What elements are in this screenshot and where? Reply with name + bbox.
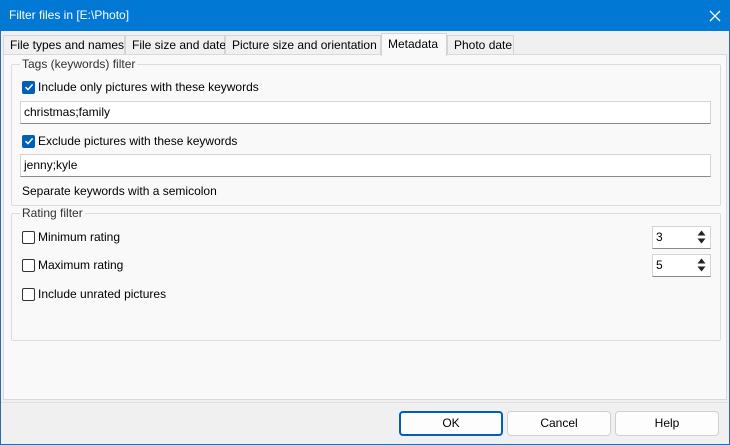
include-keywords-checkbox[interactable]: Include only pictures with these keyword… <box>22 80 259 94</box>
help-button[interactable]: Help <box>615 411 719 436</box>
minimum-rating-checkbox[interactable]: Minimum rating <box>22 230 120 244</box>
checkbox-box[interactable] <box>22 230 35 244</box>
keywords-hint: Separate keywords with a semicolon <box>22 184 217 198</box>
close-icon <box>709 10 721 21</box>
checkbox-box[interactable] <box>22 134 35 148</box>
checkmark-icon <box>24 83 33 91</box>
title-bar: Filter files in [E:\Photo] <box>0 0 730 31</box>
close-button[interactable] <box>700 0 730 31</box>
cancel-button[interactable]: Cancel <box>507 411 611 436</box>
tab-label: Photo date <box>454 38 513 52</box>
checkbox-box[interactable] <box>22 258 35 272</box>
window-title: Filter files in [E:\Photo] <box>9 8 130 22</box>
checkmark-icon <box>24 137 33 145</box>
tab-picture-size-and-orientation[interactable]: Picture size and orientation <box>225 35 381 55</box>
tab-metadata[interactable]: Metadata <box>381 33 447 56</box>
maximum-rating-spinner[interactable]: 5 <box>652 254 711 277</box>
tags-filter-group: Tags (keywords) filter Include only pict… <box>11 57 721 206</box>
checkbox-label: Maximum rating <box>38 258 124 272</box>
checkbox-label: Include unrated pictures <box>38 287 167 301</box>
spin-up-icon[interactable] <box>695 229 707 237</box>
button-bar: OK Cancel Help <box>1 402 729 444</box>
spin-up-icon[interactable] <box>695 257 707 265</box>
include-keywords-field[interactable]: christmas;family <box>20 101 711 124</box>
exclude-keywords-field[interactable]: jenny;kyle <box>20 154 711 177</box>
tab-photo-date[interactable]: Photo date <box>447 35 514 55</box>
tab-label: Metadata <box>388 37 439 51</box>
tab-strip: File types and names File size and date … <box>3 33 727 56</box>
include-unrated-checkbox[interactable]: Include unrated pictures <box>22 287 166 301</box>
tab-file-types-and-names[interactable]: File types and names <box>3 35 125 55</box>
tab-label: Picture size and orientation <box>232 38 377 52</box>
exclude-keywords-checkbox[interactable]: Exclude pictures with these keywords <box>22 134 237 148</box>
spin-down-icon[interactable] <box>695 265 707 273</box>
tab-file-size-and-date[interactable]: File size and date <box>125 35 227 55</box>
rating-filter-group: Rating filter Minimum rating 3 Maximum r… <box>11 206 721 341</box>
spinner-value: 3 <box>656 230 663 244</box>
tab-label: File size and date <box>132 38 227 52</box>
metadata-panel: Tags (keywords) filter Include only pict… <box>3 54 727 400</box>
group-title: Tags (keywords) filter <box>20 57 138 71</box>
ok-button[interactable]: OK <box>399 411 503 436</box>
dialog-body: File types and names File size and date … <box>0 31 730 445</box>
checkbox-label: Exclude pictures with these keywords <box>38 134 238 148</box>
group-title: Rating filter <box>20 206 85 220</box>
tab-label: File types and names <box>10 38 125 52</box>
spinner-arrows <box>695 257 707 274</box>
spinner-arrows <box>695 229 707 246</box>
spinner-value: 5 <box>656 258 663 272</box>
checkbox-label: Include only pictures with these keyword… <box>38 80 259 94</box>
checkbox-box[interactable] <box>22 80 35 94</box>
spin-down-icon[interactable] <box>695 237 707 245</box>
minimum-rating-spinner[interactable]: 3 <box>652 226 711 249</box>
maximum-rating-checkbox[interactable]: Maximum rating <box>22 258 123 272</box>
checkbox-box[interactable] <box>22 287 35 301</box>
checkbox-label: Minimum rating <box>38 230 121 244</box>
